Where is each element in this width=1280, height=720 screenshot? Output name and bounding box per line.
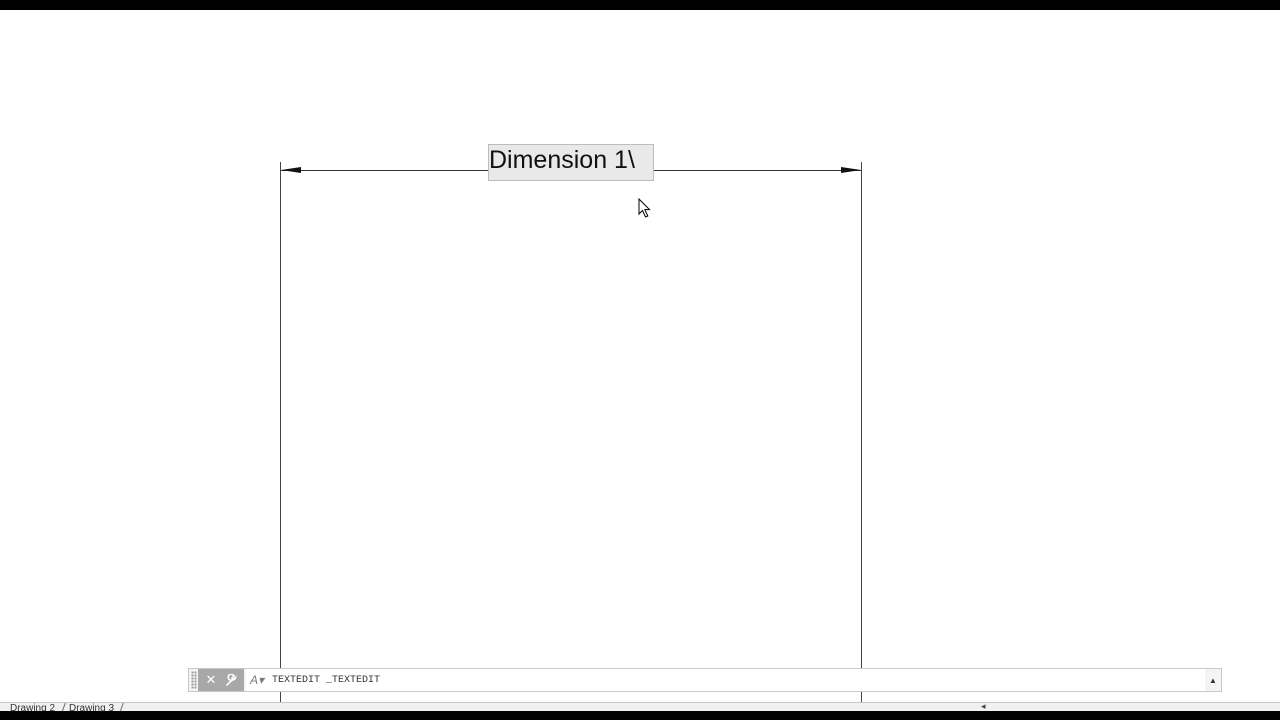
dimension-extension-line-right [861,162,862,710]
close-icon[interactable]: ✕ [201,670,221,690]
chevron-up-icon[interactable]: ▲ [1205,670,1221,690]
command-input[interactable]: A▾ TEXTEDIT _TEXTEDIT [246,669,1205,691]
command-text: TEXTEDIT _TEXTEDIT [272,674,381,686]
mouse-cursor-icon [638,198,651,218]
drawing-canvas[interactable]: Dimension 1\ [0,10,1280,710]
tab-separator [119,703,124,711]
wrench-icon[interactable] [221,670,241,690]
command-line: ✕ A▾ TEXTEDIT _TEXTEDIT ▲ [188,668,1222,692]
horizontal-scrollbar[interactable]: ◂ [975,702,1280,711]
tab-drawing-3[interactable]: Drawing 3 [69,703,114,711]
dimension-arrowhead-left [281,167,301,173]
scroll-left-arrow-icon[interactable]: ◂ [981,703,986,711]
prompt-icon[interactable]: A▾ [246,670,268,690]
dimension-text-editor[interactable]: Dimension 1\ [488,144,654,181]
tab-separator [61,703,66,711]
dimension-arrowhead-right [841,167,861,173]
tab-drawing-2[interactable]: Drawing 2 [10,703,55,711]
dimension-extension-line-left [280,162,281,710]
command-line-grip[interactable] [191,671,197,689]
dimension-text[interactable]: Dimension 1\ [489,146,635,174]
command-line-buttons: ✕ [198,669,244,691]
layout-tabs-bar: Drawing 2 Drawing 3 [0,702,975,711]
